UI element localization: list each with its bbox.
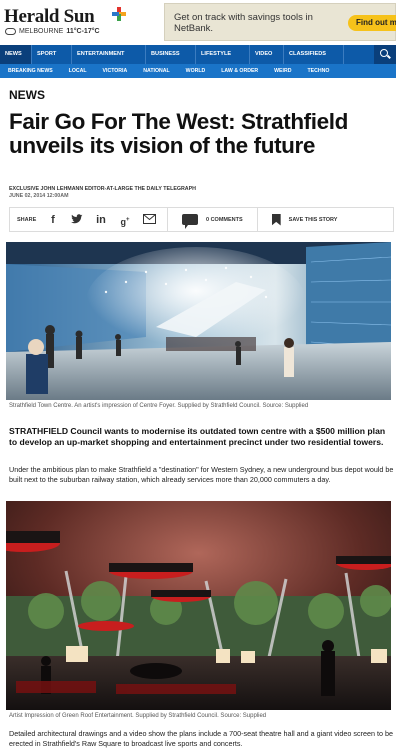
save-label: SAVE THIS STORY [288, 216, 338, 223]
article-paragraph-2: Detailed architectural drawings and a vi… [9, 729, 393, 748]
nav-item-news[interactable]: NEWS [0, 45, 32, 64]
share-label: SHARE [17, 216, 37, 223]
subnav-item-local[interactable]: LOCAL [61, 68, 95, 74]
twitter-icon[interactable] [71, 213, 83, 226]
image-caption-1: Strathfield Town Centre. An artist's imp… [9, 403, 309, 409]
article-headline: Fair Go For The West: Strathfield unveil… [9, 109, 348, 158]
share-bar: SHARE f in g+ 0 COMMENTS SAVE THIS STORY [9, 207, 394, 232]
main-nav: NEWS SPORT ENTERTAINMENT BUSINESS LIFEST… [0, 45, 396, 64]
save-story-button[interactable]: SAVE THIS STORY [258, 213, 352, 226]
byline: EXCLUSIVE JOHN LEHMANN EDITOR-AT-LARGE T… [9, 186, 196, 200]
linkedin-icon[interactable]: in [95, 214, 107, 226]
green-roof-image[interactable] [6, 501, 391, 710]
comment-icon [182, 214, 198, 229]
ad-text: Get on track with savings tools in NetBa… [174, 12, 313, 34]
centre-foyer-image[interactable] [6, 242, 391, 400]
site-logo[interactable]: Herald Sun [4, 6, 95, 28]
image-caption-2: Artist Impression of Green Roof Entertai… [9, 713, 267, 719]
logo-plus-icon [112, 7, 126, 21]
subnav-item-law-order[interactable]: LAW & ORDER [213, 68, 266, 74]
subnav-item-techno[interactable]: TECHNO [299, 68, 337, 74]
comments-label: 0 COMMENTS [206, 216, 243, 223]
facebook-icon[interactable]: f [47, 214, 59, 226]
weather-widget[interactable]: MELBOURNE 11°C-17°C [5, 28, 100, 35]
nav-item-video[interactable]: VIDEO [250, 45, 284, 64]
subnav-item-victoria[interactable]: VICTORIA [95, 68, 136, 74]
google-plus-icon[interactable]: g+ [119, 214, 131, 227]
weather-city: MELBOURNE [19, 28, 64, 35]
bookmark-icon [271, 213, 281, 226]
nav-item-classifieds[interactable]: CLASSIFIEDS [284, 45, 344, 64]
nav-item-entertainment[interactable]: ENTERTAINMENT [72, 45, 146, 64]
email-icon[interactable] [143, 213, 156, 226]
publish-date: JUNE 02, 2014 12:00AM [9, 193, 69, 199]
ad-find-out-button[interactable]: Find out m [348, 15, 396, 31]
article-paragraph-1: Under the ambitious plan to make Strathf… [9, 465, 394, 484]
top-bar: Herald Sun MELBOURNE 11°C-17°C Get on tr… [0, 0, 396, 44]
search-button[interactable] [374, 45, 396, 64]
cloud-icon [5, 28, 16, 35]
section-label[interactable]: NEWS [9, 88, 45, 102]
byline-author: EXCLUSIVE JOHN LEHMANN EDITOR-AT-LARGE T… [9, 186, 196, 192]
nav-item-lifestyle[interactable]: LIFESTYLE [196, 45, 250, 64]
subnav-item-national[interactable]: NATIONAL [135, 68, 177, 74]
subnav-item-weird[interactable]: WEIRD [266, 68, 299, 74]
weather-temp: 11°C-17°C [66, 28, 100, 35]
subnav-item-breaking-news[interactable]: BREAKING NEWS [0, 68, 61, 74]
netbank-ad[interactable]: Get on track with savings tools in NetBa… [164, 3, 396, 41]
sub-nav: BREAKING NEWS LOCAL VICTORIA NATIONAL WO… [0, 64, 396, 78]
comments-button[interactable]: 0 COMMENTS [168, 214, 257, 229]
article-lead: STRATHFIELD Council wants to modernise i… [9, 426, 386, 447]
nav-item-business[interactable]: BUSINESS [146, 45, 196, 64]
nav-item-sport[interactable]: SPORT [32, 45, 72, 64]
subnav-item-world[interactable]: WORLD [178, 68, 214, 74]
